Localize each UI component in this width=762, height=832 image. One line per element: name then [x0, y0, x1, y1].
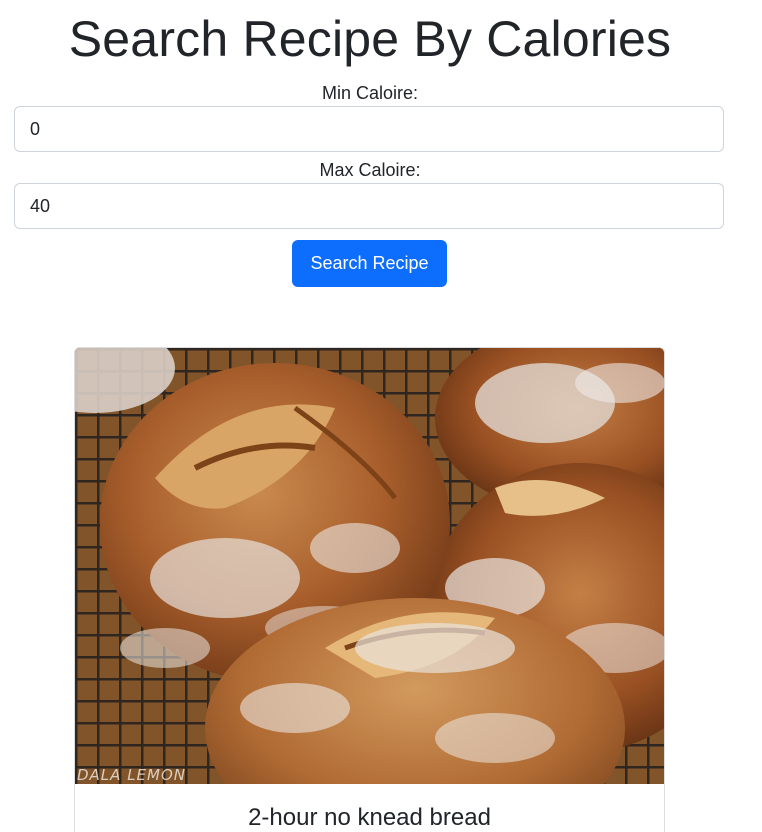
min-calorie-label: Min Caloire:	[321, 83, 419, 103]
max-calorie-input[interactable]	[14, 183, 724, 229]
recipe-card[interactable]: DALA LEMON 2-hour no knead bread	[74, 347, 665, 832]
recipe-image: DALA LEMON	[75, 348, 664, 784]
svg-text:DALA LEMON: DALA LEMON	[77, 766, 186, 784]
search-recipe-button[interactable]: Search Recipe	[292, 240, 447, 287]
page-title: Search Recipe By Calories	[68, 11, 672, 67]
page: Search Recipe By Calories Min Caloire: M…	[0, 0, 762, 832]
min-calorie-input[interactable]	[14, 106, 724, 152]
max-calorie-label: Max Caloire:	[319, 160, 421, 180]
recipe-card-title[interactable]: 2-hour no knead bread	[75, 802, 664, 832]
